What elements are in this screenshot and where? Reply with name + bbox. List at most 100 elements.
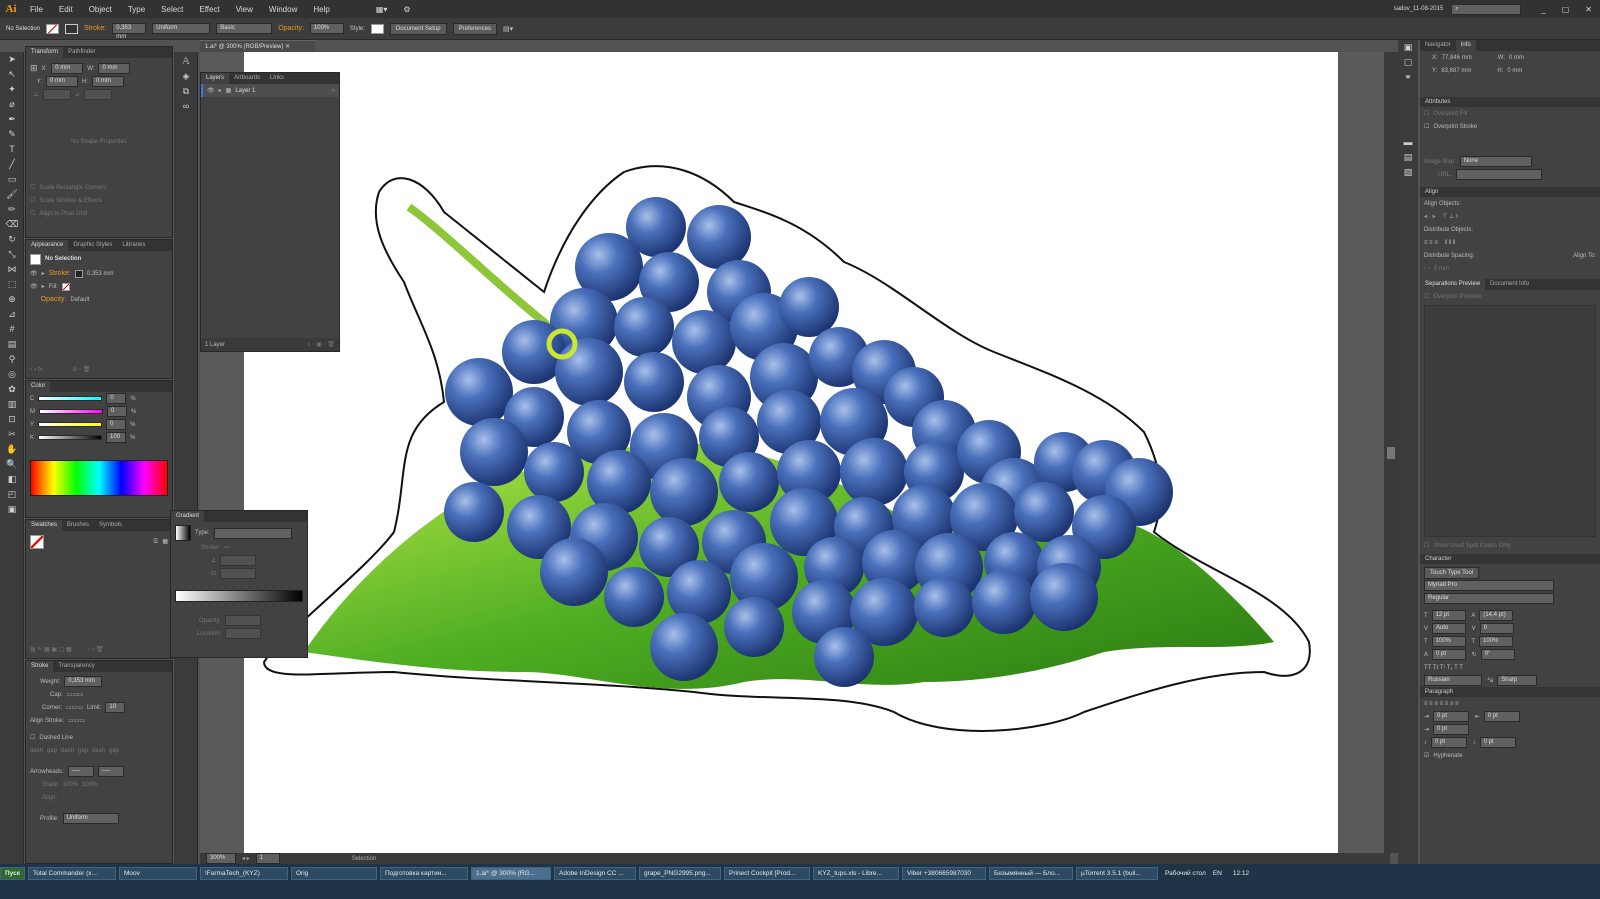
menu-select[interactable]: Select [153, 5, 191, 14]
style-swatch[interactable] [370, 23, 384, 34]
pencil-icon[interactable]: ✏ [0, 202, 24, 217]
dashed-line-option[interactable]: ☐ Dashed Line [26, 731, 172, 744]
shear-field[interactable] [83, 89, 112, 100]
grid-view-icon[interactable]: ▦ [162, 538, 168, 545]
profile-dropdown[interactable]: Uniform [62, 813, 119, 824]
document-setup-button[interactable]: Document Setup [389, 22, 447, 35]
minimize-icon[interactable]: _ [1533, 5, 1553, 14]
align-objects-buttons[interactable]: ⫷ ⫶ ⫸ ⊤ ⊥ ⊦ [1420, 210, 1600, 223]
links-icon[interactable]: ∞ [174, 99, 198, 114]
tab-libraries[interactable]: Libraries [117, 240, 150, 251]
screen-mode-icon[interactable]: ▣ [0, 502, 24, 517]
pen-tool-icon[interactable]: ✒ [0, 112, 24, 127]
black-slider[interactable] [38, 435, 103, 440]
status-mode[interactable]: Selection [352, 856, 377, 862]
layers-icon[interactable]: ◈ [174, 69, 198, 84]
right-indent-field[interactable]: 0 pt [1483, 711, 1520, 722]
list-view-icon[interactable]: ☰ [153, 538, 158, 545]
appearance-fill-row[interactable]: 👁 ▸ Fill: [26, 280, 172, 293]
layer-visibility-icon[interactable]: 👁 [207, 87, 215, 94]
baseline-shift-field[interactable]: 0 pt [1432, 649, 1467, 660]
arrowhead-end[interactable]: ── [97, 766, 124, 777]
close-icon[interactable]: ✕ [1577, 5, 1600, 14]
left-indent-field[interactable]: 0 pt [1433, 711, 1470, 722]
first-indent-field[interactable]: 0 pt [1433, 724, 1470, 735]
miter-limit-field[interactable]: 10 [105, 702, 126, 713]
yellow-slider[interactable] [38, 422, 103, 427]
symbol-sprayer-icon[interactable]: ✿ [0, 382, 24, 397]
document-info-icon[interactable]: ▣ [1398, 40, 1418, 55]
tab-brushes[interactable]: Brushes [62, 520, 94, 531]
k-field[interactable]: 100 [106, 432, 127, 443]
language-dropdown[interactable]: Russian [1424, 675, 1482, 686]
paintbrush-icon[interactable]: 🖌 [0, 187, 24, 202]
tracker-icon[interactable]: ▬ [1398, 135, 1418, 150]
align-stroke-buttons[interactable]: ▭▭▭ [68, 717, 85, 724]
taskbar-item-utorrent[interactable]: µTorrent 3.5.1 (buil... [1076, 867, 1158, 880]
m-field[interactable]: 0 [107, 406, 127, 417]
eyedropper-icon[interactable]: ⚲ [0, 352, 24, 367]
line-tool-icon[interactable]: ╱ [0, 157, 24, 172]
tab-appearance[interactable]: Appearance [26, 240, 69, 251]
arrowhead-start[interactable]: ── [67, 766, 94, 777]
overprint-stroke-option[interactable]: ☐ Overprint Stroke [1420, 120, 1600, 133]
fill-stroke-icon[interactable]: ◧ [0, 472, 24, 487]
magenta-slider[interactable] [39, 409, 103, 414]
brush-dropdown[interactable]: Basic [216, 23, 273, 34]
tab-document-info[interactable]: Document Info [1485, 279, 1534, 290]
menu-type[interactable]: Type [120, 5, 153, 14]
stroke-weight-input[interactable]: 0,353 mm [64, 676, 103, 687]
mesh-tool-icon[interactable]: # [0, 322, 24, 337]
artboards-dock-icon[interactable]: ▢ [1398, 55, 1418, 70]
desktop-toolbar[interactable]: Рабочий стол [1161, 867, 1210, 880]
workspace-icon[interactable]: ▦▾ [368, 5, 396, 14]
touch-type-button[interactable]: Touch Type Tool [1424, 566, 1480, 579]
appearance-stroke-row[interactable]: 👁 ▸ Stroke: 0,353 mm [26, 267, 172, 280]
url-field[interactable] [1455, 169, 1542, 180]
menu-edit[interactable]: Edit [51, 5, 81, 14]
tab-navigator[interactable]: Navigator [1420, 40, 1456, 51]
type-style-buttons[interactable]: TT Tt T¹ T₁ T T [1420, 661, 1600, 674]
taskbar-item-prinect[interactable]: Prinect Cockpit [Prod... [724, 867, 810, 880]
kerning-field[interactable]: Auto [1432, 623, 1467, 634]
h-field[interactable]: 0 mm [92, 76, 125, 87]
gradient-slider[interactable] [175, 590, 303, 602]
cap-buttons[interactable]: ▭▭▭ [67, 691, 84, 698]
scale-strokes-option[interactable]: ☐ Scale Strokes & Effects [26, 194, 172, 207]
distribute-objects-buttons[interactable]: ≡ ≡ ≡ ‖ ‖ ‖ [1420, 236, 1600, 249]
cyan-slider[interactable] [38, 396, 103, 401]
maximize-icon[interactable]: ▢ [1554, 5, 1578, 14]
space-before-field[interactable]: 0 pt [1431, 737, 1467, 748]
arrow-scale-start[interactable]: 100% [63, 782, 78, 788]
grape-artwork[interactable] [244, 52, 1338, 853]
antialias-dropdown[interactable]: Sharp [1497, 675, 1538, 686]
gradient-location-field[interactable] [225, 628, 262, 639]
pixel-grid-option[interactable]: ☐ Align to Pixel Grid [26, 207, 172, 220]
menu-object[interactable]: Object [81, 5, 120, 14]
x-field[interactable]: 0 mm [51, 63, 84, 74]
taskbar-item-indesign[interactable]: Adobe InDesign CC ... [554, 867, 636, 880]
magic-wand-icon[interactable]: ✦ [0, 82, 24, 97]
taskbar-item-farmatech[interactable]: !FarmaTech_(KYZ) [200, 867, 288, 880]
gradient-opacity-field[interactable] [225, 615, 262, 626]
paragraph-header[interactable]: Paragraph [1420, 687, 1600, 697]
character-styles-icon[interactable]: 𝔸 [174, 54, 198, 69]
artboard-tool-icon[interactable]: ⊡ [0, 412, 24, 427]
direct-selection-tool-icon[interactable]: ↖ [0, 67, 24, 82]
gradient-aspect-field[interactable] [220, 568, 257, 579]
y-field[interactable]: 0 mm [46, 76, 79, 87]
stroke-label[interactable]: Stroke: [84, 25, 106, 32]
visibility-eye-icon[interactable]: 👁 [30, 283, 38, 290]
vertical-scale-field[interactable]: 100% [1431, 636, 1466, 647]
tab-artboards[interactable]: Artboards [229, 73, 265, 84]
corner-buttons[interactable]: ▭▭▭ [66, 704, 83, 711]
font-style-dropdown[interactable]: Regular [1424, 593, 1554, 604]
dash-gap-fields[interactable]: dash gap dash gap dash gap [26, 744, 172, 757]
menu-effect[interactable]: Effect [191, 5, 227, 14]
slice-tool-icon[interactable]: ✂ [0, 427, 24, 442]
taskbar-item-total-commander[interactable]: Total Commander (x... [28, 867, 116, 880]
space-after-field[interactable]: 0 pt [1479, 737, 1516, 748]
menu-help[interactable]: Help [305, 5, 337, 14]
lasso-icon[interactable]: ⌀ [0, 97, 24, 112]
taskbar-item-podgotovka[interactable]: Подготовка картин... [380, 867, 468, 880]
